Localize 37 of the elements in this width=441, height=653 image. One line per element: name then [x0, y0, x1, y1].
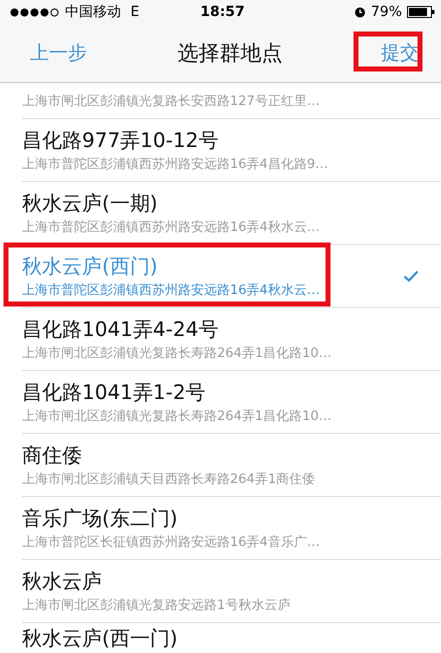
location-address: 上海市闸北区彭浦镇光复路安远路1号秋水云庐	[22, 597, 292, 614]
location-address: 上海市普陀区彭浦镇西苏州路安远路16弄4秋水云…	[22, 282, 321, 299]
location-row[interactable]: 秋水云庐(西一门)	[22, 623, 441, 653]
location-name: 音乐广场(东二门)	[22, 505, 179, 532]
location-row[interactable]: 秋水云庐 上海市闸北区彭浦镇光复路安远路1号秋水云庐	[22, 560, 441, 623]
location-row[interactable]: 商住倭 上海市闸北区彭浦镇天目西路长寿路264弄1商住倭	[22, 434, 441, 497]
location-name: 秋水云庐(西门)	[22, 253, 159, 280]
location-name: 昌化路1041弄4-24号	[22, 316, 220, 343]
location-address: 上海市闸北区彭浦镇光复路长寿路264弄1昌化路10…	[22, 408, 333, 425]
location-row[interactable]: 昌化路1041弄1-2号 上海市闸北区彭浦镇光复路长寿路264弄1昌化路10…	[22, 371, 441, 434]
location-name: 昌化路977弄10-12号	[22, 127, 220, 154]
location-address: 上海市闸北区彭浦镇光复路长寿路264弄1昌化路10…	[22, 345, 333, 362]
carrier-name: 中国移动	[65, 3, 121, 21]
location-name: 昌化路1041弄1-2号	[22, 379, 207, 406]
location-address: 上海市普陀区长征镇西苏州路安远路16弄4音乐广…	[22, 534, 321, 551]
highlight-box	[354, 32, 422, 72]
clock-time: 18:57	[199, 4, 246, 20]
battery-percent: 79%	[370, 4, 402, 20]
location-address: 上海市闸北区彭浦镇天目西路长寿路264弄1商住倭	[22, 471, 316, 488]
location-address: 上海市闸北区彭浦镇光复路长安西路127号正红里…	[22, 92, 321, 110]
alarm-icon	[354, 6, 366, 18]
checkmark-icon	[403, 270, 419, 282]
signal-icon	[10, 8, 60, 16]
location-row[interactable]: 音乐广场(东二门) 上海市普陀区长征镇西苏州路安远路16弄4音乐广…	[22, 497, 441, 560]
location-row[interactable]: 秋水云庐(一期) 上海市普陀区彭浦镇西苏州路安远路16弄4秋水云…	[22, 182, 441, 245]
location-name: 秋水云庐(西一门)	[22, 625, 179, 652]
location-address: 上海市普陀区彭浦镇西苏州路安远路16弄4昌化路9…	[22, 156, 330, 173]
network-type: E	[129, 4, 140, 20]
location-row[interactable]: 昌化路1041弄4-24号 上海市闸北区彭浦镇光复路长寿路264弄1昌化路10…	[22, 308, 441, 371]
location-name: 商住倭	[22, 442, 83, 469]
nav-title: 选择群地点	[176, 40, 284, 67]
location-row[interactable]: 秋水云庐(西门) 上海市普陀区彭浦镇西苏州路安远路16弄4秋水云…	[22, 245, 441, 308]
location-name: 秋水云庐	[22, 568, 103, 595]
location-name: 秋水云庐(一期)	[22, 190, 159, 217]
location-address: 上海市普陀区彭浦镇西苏州路安远路16弄4秋水云…	[22, 218, 321, 236]
location-row[interactable]: 昌化路977弄10-12号 上海市普陀区彭浦镇西苏州路安远路16弄4昌化路9…	[22, 119, 441, 182]
battery-icon	[407, 6, 436, 18]
